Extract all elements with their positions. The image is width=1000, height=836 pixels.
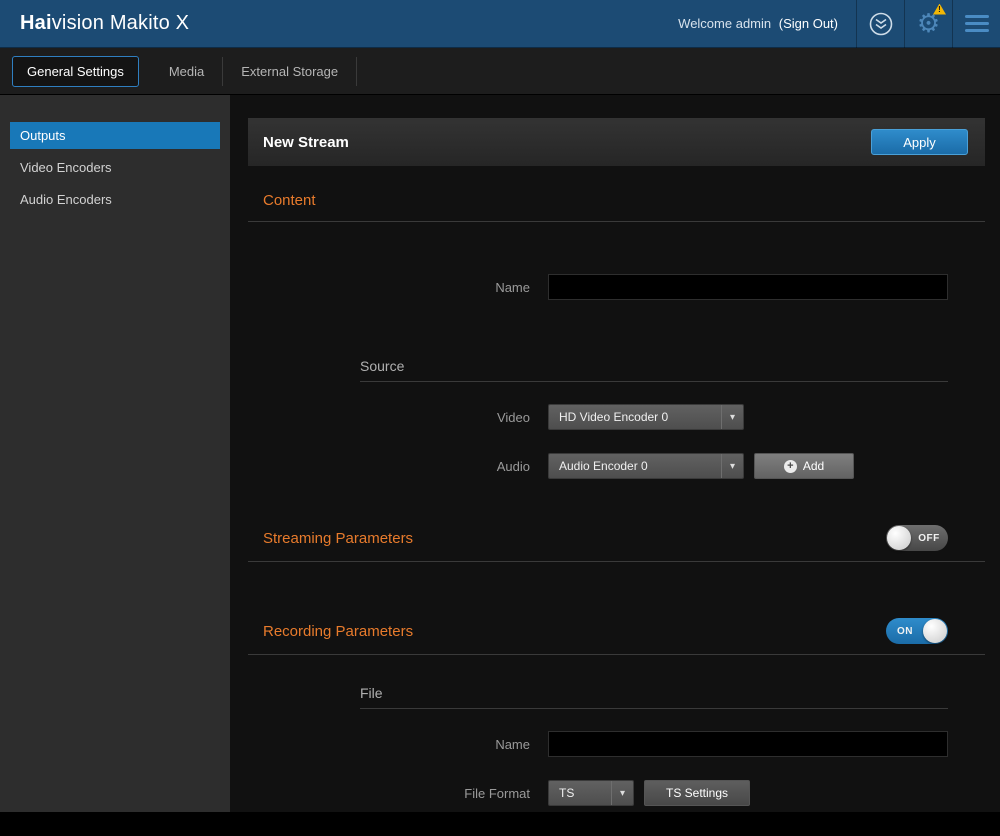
recording-parameters-title: Recording Parameters <box>263 623 413 640</box>
video-source-value: HD Video Encoder 0 <box>549 410 721 424</box>
chevron-down-icon: ▾ <box>721 454 743 478</box>
topbar-actions: Welcome admin (Sign Out) ⚙ ! <box>678 0 1000 47</box>
welcome-text: Welcome admin (Sign Out) <box>678 16 838 31</box>
logo-rest-text: vision Makito X <box>52 12 190 34</box>
tab-external-storage[interactable]: External Storage <box>223 57 357 86</box>
chevron-down-icon: ▾ <box>611 781 633 805</box>
sidebar: Outputs Video Encoders Audio Encoders <box>0 95 230 812</box>
menu-button[interactable] <box>952 0 1000 48</box>
file-subsection-header: File <box>360 685 948 709</box>
tab-media[interactable]: Media <box>151 57 223 86</box>
source-subsection-title: Source <box>360 358 948 374</box>
toggle-knob <box>923 619 947 643</box>
stream-name-input[interactable] <box>548 274 948 300</box>
add-button-label: Add <box>803 459 824 473</box>
source-subsection-header: Source <box>360 358 948 382</box>
stream-name-row: Name <box>248 274 985 300</box>
new-stream-header: New Stream Apply <box>248 118 985 166</box>
streaming-toggle-state: OFF <box>911 533 947 544</box>
streaming-parameters-title: Streaming Parameters <box>263 530 413 547</box>
add-audio-button[interactable]: + Add <box>754 453 854 479</box>
content-section-header: Content <box>248 192 985 222</box>
recording-toggle[interactable]: ON <box>886 618 948 644</box>
video-source-row: Video HD Video Encoder 0 ▾ <box>248 404 985 430</box>
streaming-toggle[interactable]: OFF <box>886 525 948 551</box>
ts-settings-button[interactable]: TS Settings <box>644 780 750 806</box>
sidebar-item-audio-encoders[interactable]: Audio Encoders <box>10 186 220 213</box>
file-subsection-title: File <box>360 685 948 701</box>
plus-icon: + <box>784 460 797 473</box>
sidebar-item-video-encoders[interactable]: Video Encoders <box>10 154 220 181</box>
main-content: New Stream Apply Content Name Source Vid… <box>230 95 1000 812</box>
audio-label: Audio <box>248 459 530 474</box>
sidebar-item-outputs[interactable]: Outputs <box>10 122 220 149</box>
file-format-value: TS <box>549 786 611 800</box>
file-name-row: Name <box>248 731 985 757</box>
streaming-parameters-section: Streaming Parameters OFF <box>248 525 985 562</box>
haivision-mark-icon[interactable] <box>856 0 904 48</box>
stream-name-label: Name <box>248 280 530 295</box>
top-bar: Haivision Makito X Welcome admin (Sign O… <box>0 0 1000 48</box>
sign-out-link[interactable]: (Sign Out) <box>779 16 838 31</box>
body-row: Outputs Video Encoders Audio Encoders Ne… <box>0 95 1000 812</box>
welcome-label: Welcome admin <box>678 16 771 31</box>
file-name-input[interactable] <box>548 731 948 757</box>
audio-source-dropdown[interactable]: Audio Encoder 0 ▾ <box>548 453 744 479</box>
page-title: New Stream <box>263 134 349 151</box>
apply-button[interactable]: Apply <box>871 129 968 155</box>
page: Haivision Makito X Welcome admin (Sign O… <box>0 0 1000 836</box>
file-name-label: Name <box>248 737 530 752</box>
recording-toggle-state: ON <box>887 626 923 637</box>
audio-source-value: Audio Encoder 0 <box>549 459 721 473</box>
recording-parameters-section: Recording Parameters ON <box>248 618 985 655</box>
settings-gear-button[interactable]: ⚙ ! <box>904 0 952 48</box>
chevron-down-icon: ▾ <box>721 405 743 429</box>
toggle-knob <box>887 526 911 550</box>
file-format-row: File Format TS ▾ TS Settings <box>248 780 985 806</box>
hamburger-icon <box>965 15 989 32</box>
app-logo: Haivision Makito X <box>0 12 189 35</box>
tab-general-settings[interactable]: General Settings <box>12 56 139 87</box>
logo-bold-text: Hai <box>20 12 52 34</box>
video-label: Video <box>248 410 530 425</box>
file-format-dropdown[interactable]: TS ▾ <box>548 780 634 806</box>
tab-bar: General Settings Media External Storage <box>0 48 1000 95</box>
circle-chevrons-icon <box>868 11 894 37</box>
file-format-label: File Format <box>248 786 530 801</box>
content-section-title: Content <box>263 192 985 209</box>
video-source-dropdown[interactable]: HD Video Encoder 0 ▾ <box>548 404 744 430</box>
audio-source-row: Audio Audio Encoder 0 ▾ + Add <box>248 453 985 479</box>
